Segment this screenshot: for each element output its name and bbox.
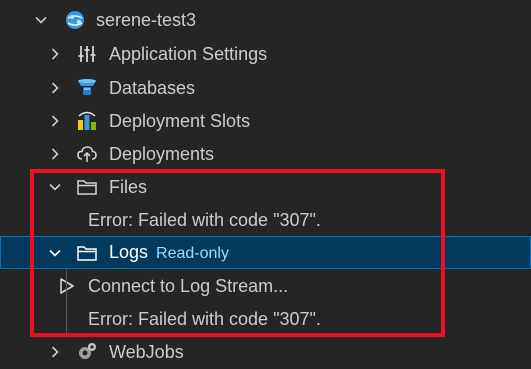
tree-item-label: WebJobs xyxy=(109,341,184,362)
indent-guide xyxy=(66,269,67,335)
tree-item-deployment-slots[interactable]: Deployment Slots xyxy=(0,104,531,137)
folder-icon xyxy=(76,176,98,198)
tree-item-label: Databases xyxy=(109,77,196,98)
tree-item-label-logs: Logs Read-only xyxy=(109,241,229,265)
tree-item-files-error[interactable]: Error: Failed with code "307". xyxy=(0,203,531,236)
tree-item-connect-log-stream[interactable]: Connect to Log Stream... xyxy=(0,269,531,302)
tree-item-deployments[interactable]: Deployments xyxy=(0,137,531,170)
folder-icon xyxy=(76,242,98,264)
play-icon xyxy=(56,275,78,297)
chevron-right-icon[interactable] xyxy=(48,81,62,95)
chevron-right-icon[interactable] xyxy=(48,47,62,61)
chevron-down-icon[interactable] xyxy=(34,13,48,27)
chevron-right-icon[interactable] xyxy=(48,345,62,359)
tree-item-label: Files xyxy=(109,176,148,197)
chevron-right-icon[interactable] xyxy=(48,147,62,161)
tree-item-webjobs[interactable]: WebJobs xyxy=(0,335,531,368)
database-icon xyxy=(76,77,98,99)
tree-root-serene-test3[interactable]: serene-test3 xyxy=(0,3,531,36)
tree-item-logs-error[interactable]: Error: Failed with code "307". xyxy=(0,302,531,335)
tree-item-label: Connect to Log Stream... xyxy=(88,275,289,296)
chevron-right-icon[interactable] xyxy=(48,114,62,128)
tree-item-label: Deployment Slots xyxy=(109,110,251,131)
error-message: Error: Failed with code "307". xyxy=(88,308,321,329)
tree-item-application-settings[interactable]: Application Settings xyxy=(0,37,531,70)
tree-item-label: Logs xyxy=(109,241,149,262)
chevron-down-icon[interactable] xyxy=(48,246,62,260)
chevron-down-icon[interactable] xyxy=(48,180,62,194)
read-only-description: Read-only xyxy=(156,244,229,262)
tree-root-label: serene-test3 xyxy=(96,9,197,30)
webjobs-icon xyxy=(76,341,98,363)
tree-item-databases[interactable]: Databases xyxy=(0,71,531,104)
app-service-globe-icon xyxy=(64,9,86,31)
tree-item-label: Deployments xyxy=(109,143,215,164)
sliders-icon xyxy=(76,43,98,65)
tree-item-logs[interactable]: Logs Read-only xyxy=(0,236,531,269)
tree-item-files[interactable]: Files xyxy=(0,170,531,203)
cloud-upload-icon xyxy=(76,143,98,165)
tree-item-label: Application Settings xyxy=(109,43,268,64)
error-message: Error: Failed with code "307". xyxy=(88,209,321,230)
deployment-slots-icon xyxy=(76,110,98,132)
